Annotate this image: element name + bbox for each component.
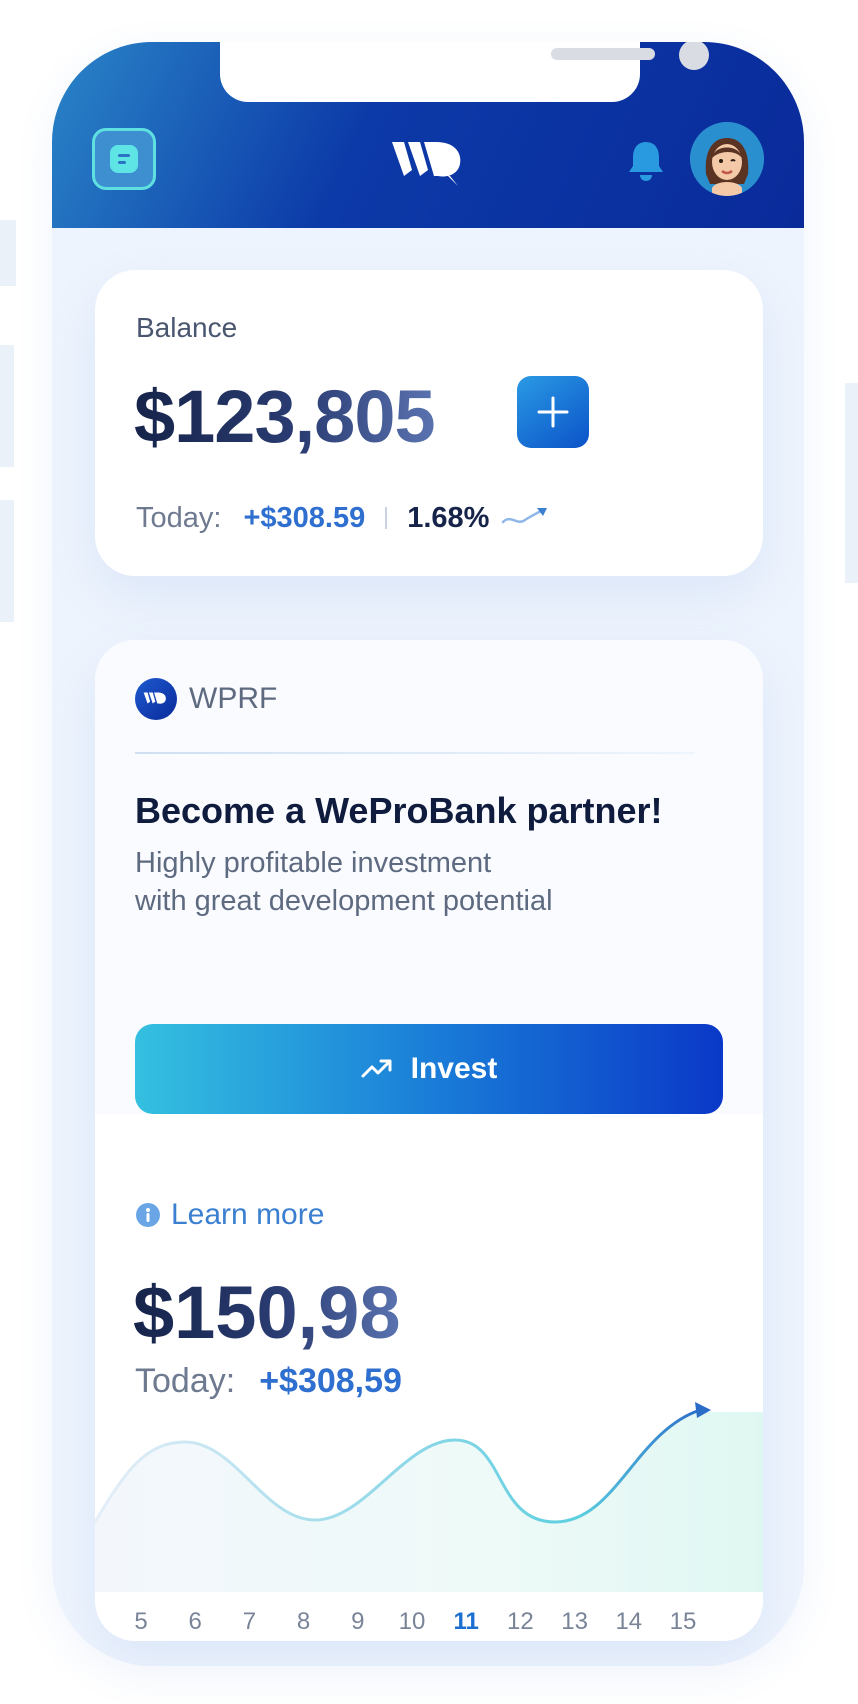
promo-title: Become a WeProBank partner!: [135, 790, 663, 831]
today-change: +$308.59: [243, 501, 366, 534]
fund-today-label: Today:: [135, 1362, 236, 1400]
performance-chart: [95, 1402, 763, 1592]
ticker-name: WPRF: [189, 682, 278, 715]
fund-today-change: +$308,59: [259, 1362, 402, 1400]
invest-card: WPRF Become a WeProBank partner! Highly …: [95, 640, 763, 1641]
promo-subtitle: Highly profitable investment with great …: [135, 844, 695, 920]
info-icon: [136, 1203, 160, 1227]
plus-icon: [537, 396, 569, 428]
balance-amount: $123,805: [134, 375, 436, 458]
chart-day-label[interactable]: 13: [561, 1608, 588, 1636]
balance-card: Balance $123,805 Today: +$308.59 1.68%: [95, 270, 763, 576]
separator: [385, 507, 388, 529]
trending-up-icon: [361, 1059, 392, 1078]
background-stripe: [0, 500, 14, 622]
balance-label: Balance: [136, 312, 238, 343]
chart-day-label[interactable]: 7: [243, 1608, 256, 1636]
chart-day-label[interactable]: 6: [189, 1608, 202, 1636]
chart-area: [95, 1412, 763, 1592]
chart-day-label[interactable]: 15: [670, 1608, 697, 1636]
background-stripe: [845, 383, 858, 583]
learn-more-link[interactable]: Learn more: [135, 1198, 324, 1232]
invest-button[interactable]: Invest: [135, 1024, 723, 1114]
trend-up-icon: [502, 508, 548, 524]
chart-day-label[interactable]: 11: [454, 1608, 479, 1636]
chart-day-label[interactable]: 9: [351, 1608, 364, 1636]
promo-subtitle-line2: with great development potential: [135, 885, 553, 917]
background-stripe: [0, 345, 14, 467]
bell-icon[interactable]: [626, 138, 666, 184]
chart-day-label[interactable]: 10: [399, 1608, 426, 1636]
menu-button[interactable]: [92, 128, 156, 190]
wepro-logo-icon: [392, 142, 461, 186]
chart-day-label[interactable]: 5: [134, 1608, 147, 1636]
chart-day-label[interactable]: 14: [615, 1608, 642, 1636]
phone-notch: [220, 42, 709, 102]
camera: [679, 42, 709, 70]
avatar[interactable]: [690, 122, 764, 196]
phone-frame: Balance $123,805 Today: +$308.59 1.68% W…: [52, 42, 804, 1666]
app-header: [52, 42, 804, 228]
chart-day-label[interactable]: 12: [507, 1608, 534, 1636]
fund-today-row: Today: +$308,59: [135, 1362, 402, 1401]
user-avatar: [690, 122, 764, 196]
learn-more-label: Learn more: [171, 1198, 325, 1231]
background-stripe: [0, 220, 16, 286]
wprf-logo-icon: [135, 678, 177, 720]
divider: [135, 752, 695, 754]
chart-day-label[interactable]: 8: [297, 1608, 310, 1636]
chart-x-axis: 5 6 7 8 9 10 11 12 13 14 15: [95, 1608, 763, 1638]
menu-icon: [110, 145, 138, 173]
invest-button-label: Invest: [410, 1052, 498, 1085]
add-funds-button[interactable]: [517, 376, 589, 448]
promo-subtitle-line1: Highly profitable investment: [135, 847, 492, 879]
today-label: Today:: [136, 501, 222, 534]
today-percent: 1.68%: [407, 501, 490, 534]
balance-today-row: Today: +$308.59 1.68%: [136, 498, 549, 538]
fund-amount: $150,98: [133, 1271, 401, 1354]
speaker: [551, 48, 655, 60]
